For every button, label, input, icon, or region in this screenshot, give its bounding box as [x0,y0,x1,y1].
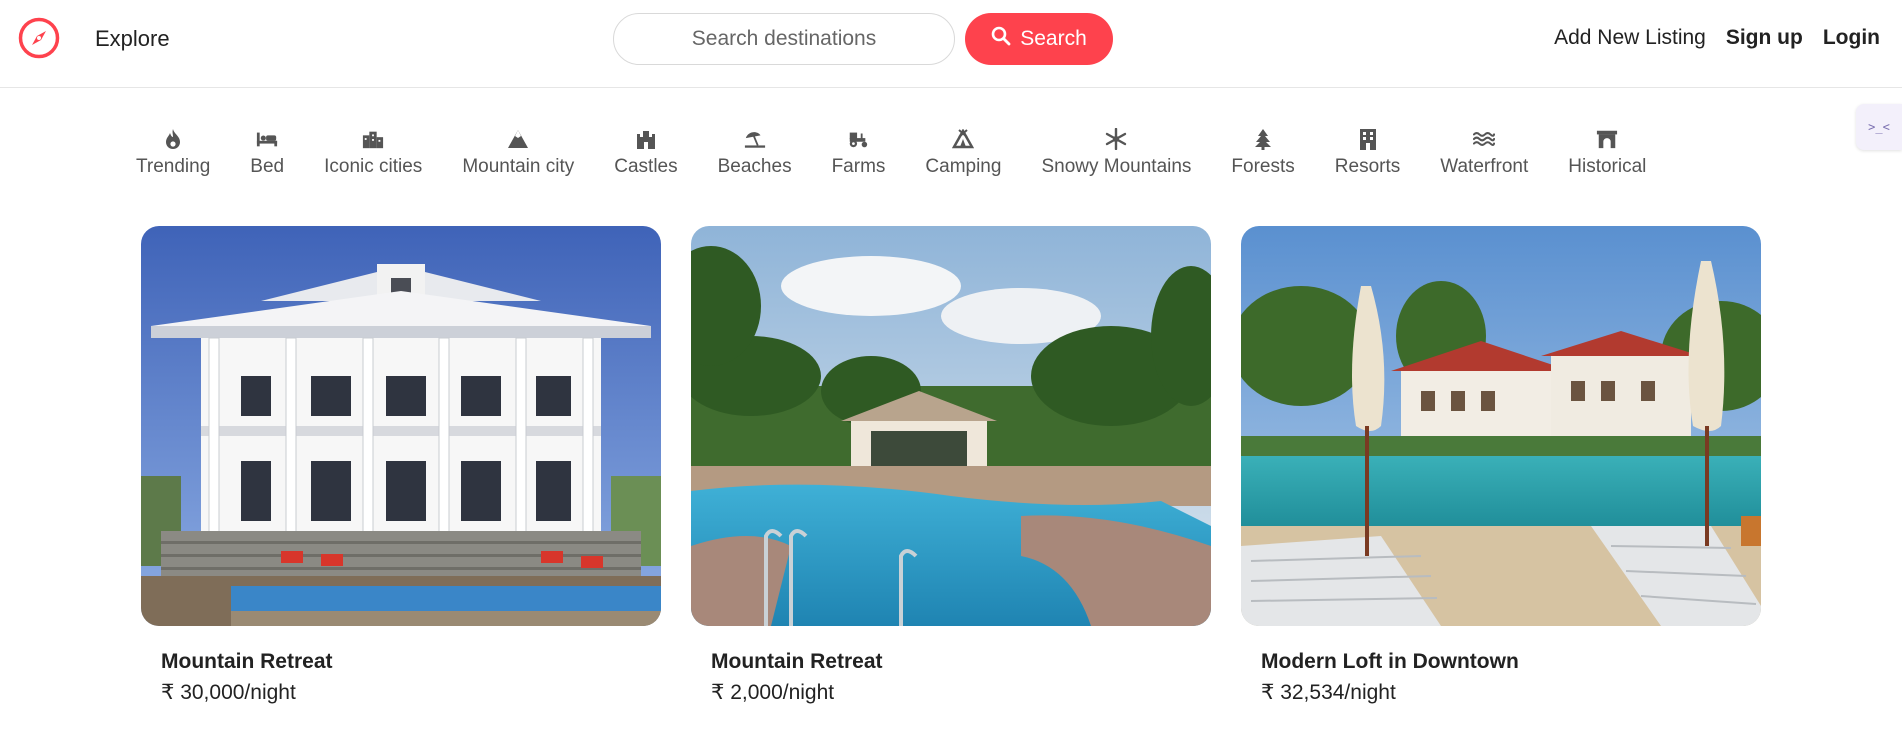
filter-camping[interactable]: Camping [925,128,1001,178]
water-icon [1473,128,1496,150]
filter-label: Beaches [717,156,792,177]
filter-label: Historical [1568,156,1647,177]
listing-price: ₹ 32,534/night [1261,681,1396,704]
nav-links: Add New Listing Sign up Login [1554,26,1880,50]
filter-snowy-mountains[interactable]: Snowy Mountains [1041,128,1191,178]
search-input-placeholder: Search destinations [691,27,877,50]
listing-price: ₹ 2,000/night [711,681,835,704]
filter-castles[interactable]: Castles [614,128,678,178]
campground-icon [952,128,975,150]
extension-tab-label: >_< [1868,120,1890,134]
navbar: Explore Search destinations Search Add N… [0,0,1902,88]
filter-waterfront[interactable]: Waterfront [1440,128,1528,178]
filter-historical[interactable]: Historical [1568,128,1646,178]
filter-iconic-cities[interactable]: Iconic cities [324,128,422,178]
umbrella-beach-icon [744,128,766,150]
filter-trending[interactable]: Trending [136,128,210,178]
listing-price: ₹ 30,000/night [161,681,296,704]
fire-icon [162,128,184,150]
filter-label: Mountain city [462,156,575,177]
listing-image-villa[interactable] [141,226,661,626]
search-button[interactable]: Search [965,13,1113,65]
explore-link[interactable]: Explore [95,26,170,52]
listing-image-tropical-pool[interactable] [691,226,1211,626]
city-icon [362,128,384,150]
building-icon [1357,128,1379,150]
filter-label: Iconic cities [324,156,423,177]
listing-title: Mountain Retreat [711,650,883,673]
filter-label: Forests [1231,156,1295,177]
archway-icon [1596,128,1618,150]
listing-title: Modern Loft in Downtown [1261,650,1519,673]
search-input[interactable]: Search destinations [613,13,955,65]
tractor-icon [847,128,869,150]
listing-title: Mountain Retreat [161,650,333,673]
filter-label: Waterfront [1440,156,1529,177]
listing-image-resort-pool[interactable] [1241,226,1761,626]
filter-label: Resorts [1334,156,1401,177]
filter-mountain-city[interactable]: Mountain city [462,128,574,178]
compass-logo-icon[interactable] [18,17,60,59]
tree-icon [1252,128,1274,150]
listing-card[interactable]: Mountain Retreat ₹ 2,000/night [691,226,1211,705]
snowflake-icon [1105,128,1127,150]
filter-label: Camping [925,156,1002,177]
filter-label: Snowy Mountains [1041,156,1192,177]
search-icon [991,26,1011,52]
bed-icon [256,128,278,150]
castle-icon [635,128,657,150]
extension-tab[interactable]: >_< [1856,104,1902,150]
filter-label: Trending [136,156,211,177]
filter-beaches[interactable]: Beaches [718,128,792,178]
signup-link[interactable]: Sign up [1726,26,1803,50]
category-filters: Trending Bed Iconic cities Mountain city… [136,128,1646,178]
add-new-listing-link[interactable]: Add New Listing [1554,26,1706,50]
listing-card[interactable]: Mountain Retreat ₹ 30,000/night [141,226,661,705]
filter-farms[interactable]: Farms [831,128,886,178]
filter-bed[interactable]: Bed [250,128,284,178]
mountain-icon [507,128,529,150]
filter-resorts[interactable]: Resorts [1335,128,1400,178]
listings-grid: Mountain Retreat ₹ 30,000/night Mountain… [141,226,1761,705]
filter-label: Farms [831,156,886,177]
filter-label: Castles [614,156,678,177]
filter-label: Bed [250,156,285,177]
listing-card[interactable]: Modern Loft in Downtown ₹ 32,534/night [1241,226,1761,705]
search-button-label: Search [1020,27,1087,50]
filter-forests[interactable]: Forests [1231,128,1295,178]
login-link[interactable]: Login [1823,26,1880,50]
